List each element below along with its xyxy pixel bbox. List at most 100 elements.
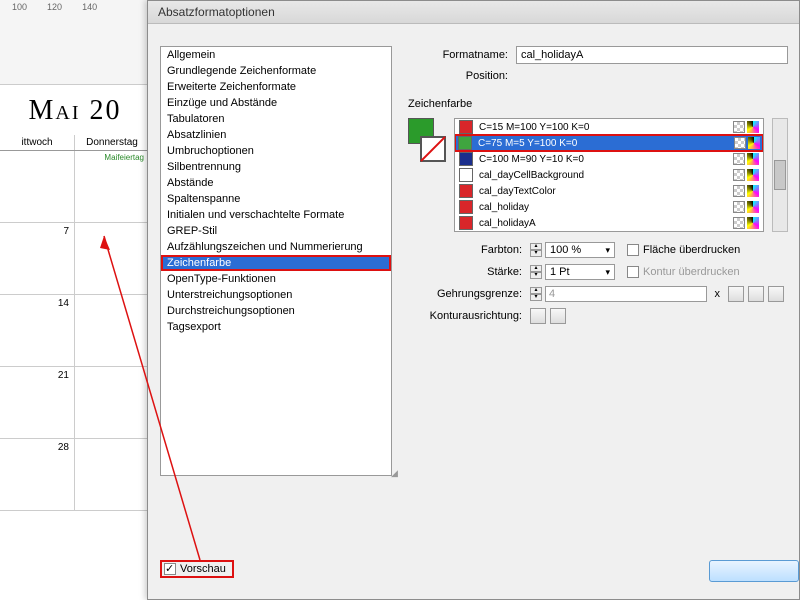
swatch-type-icon xyxy=(733,153,745,165)
category-item[interactable]: Einzüge und Abstände xyxy=(161,95,391,111)
holiday-label: Maifeiertag xyxy=(104,153,144,162)
overprint-stroke-checkbox xyxy=(627,266,639,278)
cal-cell: 21 xyxy=(0,367,75,438)
day-num: 21 xyxy=(58,370,69,381)
ruler: 100 120 140 xyxy=(0,0,150,85)
weight-spinner[interactable]: ▴▾ xyxy=(530,265,542,279)
category-item[interactable]: Durchstreichungsoptionen xyxy=(161,303,391,319)
category-item[interactable]: Aufzählungszeichen und Nummerierung xyxy=(161,239,391,255)
category-item[interactable]: GREP-Stil xyxy=(161,223,391,239)
join-bevel-button[interactable] xyxy=(768,286,784,302)
swatch-chip-icon xyxy=(459,120,473,134)
cal-cell xyxy=(0,151,75,222)
resize-grip-icon[interactable]: ◢ xyxy=(391,468,398,479)
swatch-name: cal_dayTextColor xyxy=(479,186,727,197)
calendar-header: ittwoch Donnerstag xyxy=(0,135,150,151)
swatch-name: cal_holidayA xyxy=(479,218,727,229)
dialog-title: Absatzformatoptionen xyxy=(148,1,799,24)
cal-cell: 14 xyxy=(0,295,75,366)
swatch-row[interactable]: C=15 M=100 Y=100 K=0 xyxy=(455,119,763,135)
swatch-name: cal_dayCellBackground xyxy=(479,170,727,181)
cal-cell xyxy=(75,439,150,510)
cal-cell: 7 xyxy=(0,223,75,294)
category-item[interactable]: Tagsexport xyxy=(161,319,391,335)
overprint-fill-label: Fläche überdrucken xyxy=(643,244,740,256)
preview-label: Vorschau xyxy=(180,563,226,575)
swatch-type-icon xyxy=(733,201,745,213)
category-item[interactable]: Erweiterte Zeichenformate xyxy=(161,79,391,95)
swatch-row[interactable]: C=75 M=5 Y=100 K=0 xyxy=(454,134,764,152)
day-num: 28 xyxy=(58,442,69,453)
month-title: Mai 20 xyxy=(0,85,150,135)
category-item[interactable]: Abstände xyxy=(161,175,391,191)
swatch-mode-icon xyxy=(747,153,759,165)
category-item[interactable]: Unterstreichungsoptionen xyxy=(161,287,391,303)
category-item[interactable]: Grundlegende Zeichenformate xyxy=(161,63,391,79)
category-item[interactable]: Zeichenfarbe xyxy=(161,255,391,271)
scrollbar[interactable] xyxy=(772,118,788,232)
category-item[interactable]: Silbentrennung xyxy=(161,159,391,175)
tint-label: Farbton: xyxy=(408,244,522,256)
swatch-mode-icon xyxy=(747,121,759,133)
swatch-mode-icon xyxy=(748,137,760,149)
overprint-fill-checkbox[interactable] xyxy=(627,244,639,256)
swatch-chip-icon xyxy=(458,136,472,150)
join-round-button[interactable] xyxy=(748,286,764,302)
stroke-align-label: Konturausrichtung: xyxy=(408,310,522,322)
swatch-name: C=75 M=5 Y=100 K=0 xyxy=(478,138,728,149)
miter-spinner[interactable]: ▴▾ xyxy=(530,287,542,301)
swatch-chip-icon xyxy=(459,184,473,198)
calendar-background: 100 120 140 Mai 20 ittwoch Donnerstag Ma… xyxy=(0,0,150,600)
preview-checkbox[interactable] xyxy=(164,563,176,575)
category-item[interactable]: Absatzlinien xyxy=(161,127,391,143)
swatch-type-icon xyxy=(733,217,745,229)
swatch-name: C=100 M=90 Y=10 K=0 xyxy=(479,154,727,165)
weight-combo[interactable]: 1 Pt xyxy=(545,264,615,280)
category-item[interactable]: Allgemein xyxy=(161,47,391,63)
category-item[interactable]: Tabulatoren xyxy=(161,111,391,127)
swatch-chip-icon xyxy=(459,200,473,214)
swatch-type-icon xyxy=(733,185,745,197)
category-item[interactable]: Umbruchoptionen xyxy=(161,143,391,159)
swatch-row[interactable]: C=100 M=90 Y=10 K=0 xyxy=(455,151,763,167)
swatch-list[interactable]: C=15 M=100 Y=100 K=0 C=75 M=5 Y=100 K=0 … xyxy=(454,118,764,232)
align-inside-button[interactable] xyxy=(550,308,566,324)
tint-combo[interactable]: 100 % xyxy=(545,242,615,258)
swatch-row[interactable]: cal_holidayA xyxy=(455,215,763,231)
cal-cell: Maifeiertag xyxy=(75,151,150,222)
ruler-tick: 120 xyxy=(47,2,62,12)
category-item[interactable]: Spaltenspanne xyxy=(161,191,391,207)
cal-cell: 28 xyxy=(0,439,75,510)
cal-cell xyxy=(75,367,150,438)
swatch-row[interactable]: cal_dayTextColor xyxy=(455,183,763,199)
category-list[interactable]: AllgemeinGrundlegende ZeichenformateErwe… xyxy=(160,46,392,476)
formatname-input[interactable] xyxy=(516,46,788,64)
tint-spinner[interactable]: ▴▾ xyxy=(530,243,542,257)
category-item[interactable]: Initialen und verschachtelte Formate xyxy=(161,207,391,223)
fill-stroke-proxy[interactable] xyxy=(408,118,446,162)
day-num: 14 xyxy=(58,298,69,309)
position-label: Position: xyxy=(408,70,508,82)
preview-checkbox-wrap[interactable]: Vorschau xyxy=(160,560,234,578)
swatch-name: cal_holiday xyxy=(479,202,727,213)
formatname-label: Formatname: xyxy=(408,49,508,61)
swatch-type-icon xyxy=(733,169,745,181)
miter-input[interactable] xyxy=(545,286,707,302)
ok-button[interactable] xyxy=(709,560,799,582)
paragraph-style-dialog: Absatzformatoptionen AllgemeinGrundlegen… xyxy=(147,0,800,600)
weight-label: Stärke: xyxy=(408,266,522,278)
join-miter-button[interactable] xyxy=(728,286,744,302)
category-item[interactable]: OpenType-Funktionen xyxy=(161,271,391,287)
swatch-chip-icon xyxy=(459,216,473,230)
swatch-row[interactable]: cal_dayCellBackground xyxy=(455,167,763,183)
dayname: ittwoch xyxy=(0,135,75,150)
overprint-stroke-label: Kontur überdrucken xyxy=(643,266,740,278)
cal-cell xyxy=(75,223,150,294)
scrollbar-thumb[interactable] xyxy=(774,160,786,190)
swatch-mode-icon xyxy=(747,201,759,213)
miter-label: Gehrungsgrenze: xyxy=(408,288,522,300)
align-center-button[interactable] xyxy=(530,308,546,324)
swatch-row[interactable]: cal_holiday xyxy=(455,199,763,215)
none-slash-icon xyxy=(420,136,446,162)
swatch-mode-icon xyxy=(747,185,759,197)
